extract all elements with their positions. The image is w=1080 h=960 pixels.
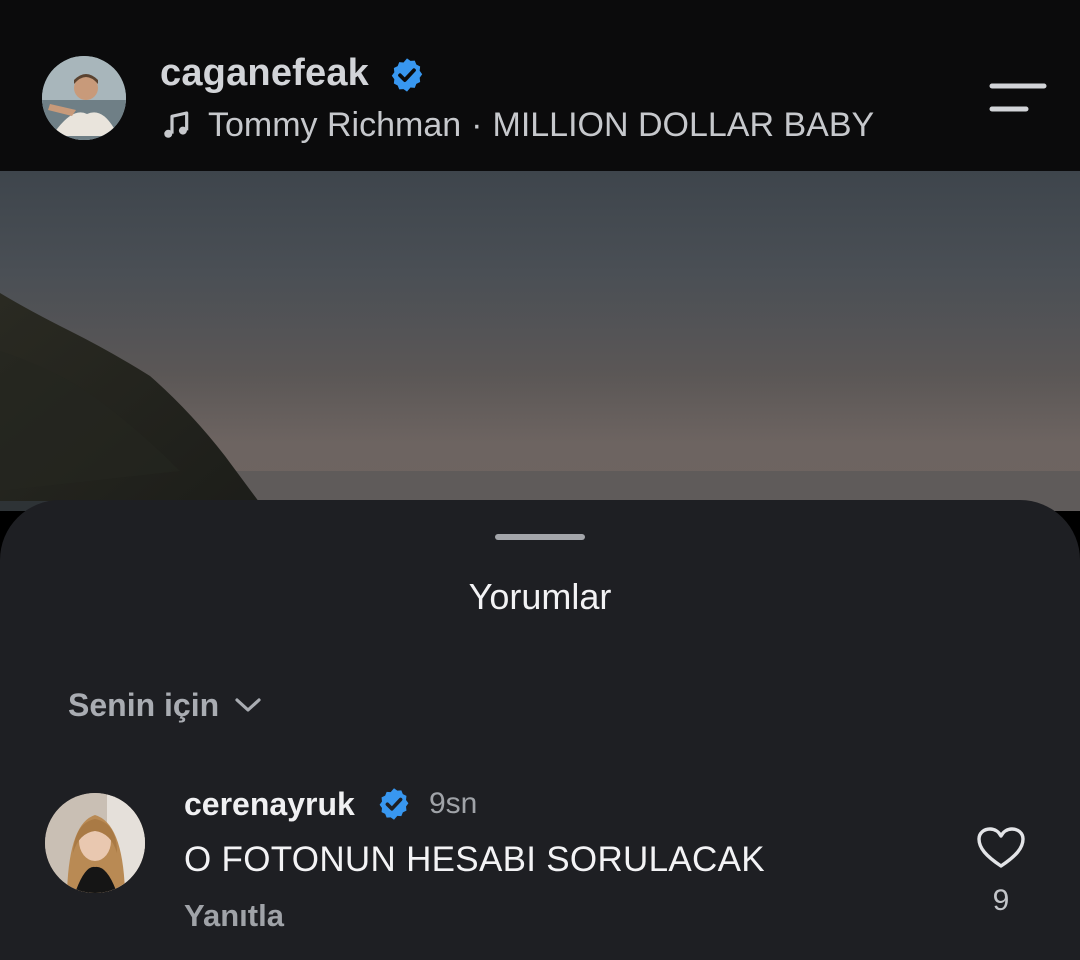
comment-username[interactable]: cerenayruk bbox=[184, 786, 355, 823]
heart-outline-icon[interactable] bbox=[976, 826, 1026, 870]
sort-label: Senin için bbox=[68, 686, 220, 723]
reply-button[interactable]: Yanıtla bbox=[184, 898, 284, 934]
comments-sheet: Yorumlar Senin için cerenayruk 9sn O FOT… bbox=[0, 500, 1080, 960]
music-artist: Tommy Richman bbox=[208, 106, 462, 144]
sheet-grabber[interactable] bbox=[495, 534, 585, 540]
like-count: 9 bbox=[992, 884, 1010, 917]
sheet-title: Yorumlar bbox=[468, 576, 612, 617]
comment-avatar[interactable] bbox=[45, 793, 145, 893]
comment-timestamp: 9sn bbox=[429, 787, 478, 820]
verified-badge-icon bbox=[379, 788, 409, 820]
music-song: MILLION DOLLAR BABY bbox=[492, 106, 875, 144]
post-header: caganefeak Tommy Richman · MILLION DOLLAR … bbox=[0, 0, 1080, 171]
author-username[interactable]: caganefeak bbox=[160, 52, 369, 95]
comment-text: O FOTONUN HESABI SORULACAK bbox=[184, 840, 765, 879]
chevron-down-icon bbox=[235, 698, 261, 712]
music-separator: · bbox=[471, 106, 483, 144]
verified-badge-icon bbox=[391, 58, 423, 92]
menu-icon[interactable] bbox=[988, 80, 1048, 116]
post-photo[interactable] bbox=[0, 171, 1080, 511]
threads-post-screen: caganefeak Tommy Richman · MILLION DOLLAR … bbox=[0, 0, 1080, 960]
author-avatar[interactable] bbox=[42, 56, 126, 140]
comment-item: cerenayruk 9sn O FOTONUN HESABI SORULACA… bbox=[0, 786, 1080, 960]
music-note-icon bbox=[164, 111, 189, 138]
music-info[interactable]: Tommy Richman · MILLION DOLLAR BABY bbox=[208, 106, 874, 145]
sort-dropdown[interactable]: Senin için bbox=[68, 685, 263, 725]
